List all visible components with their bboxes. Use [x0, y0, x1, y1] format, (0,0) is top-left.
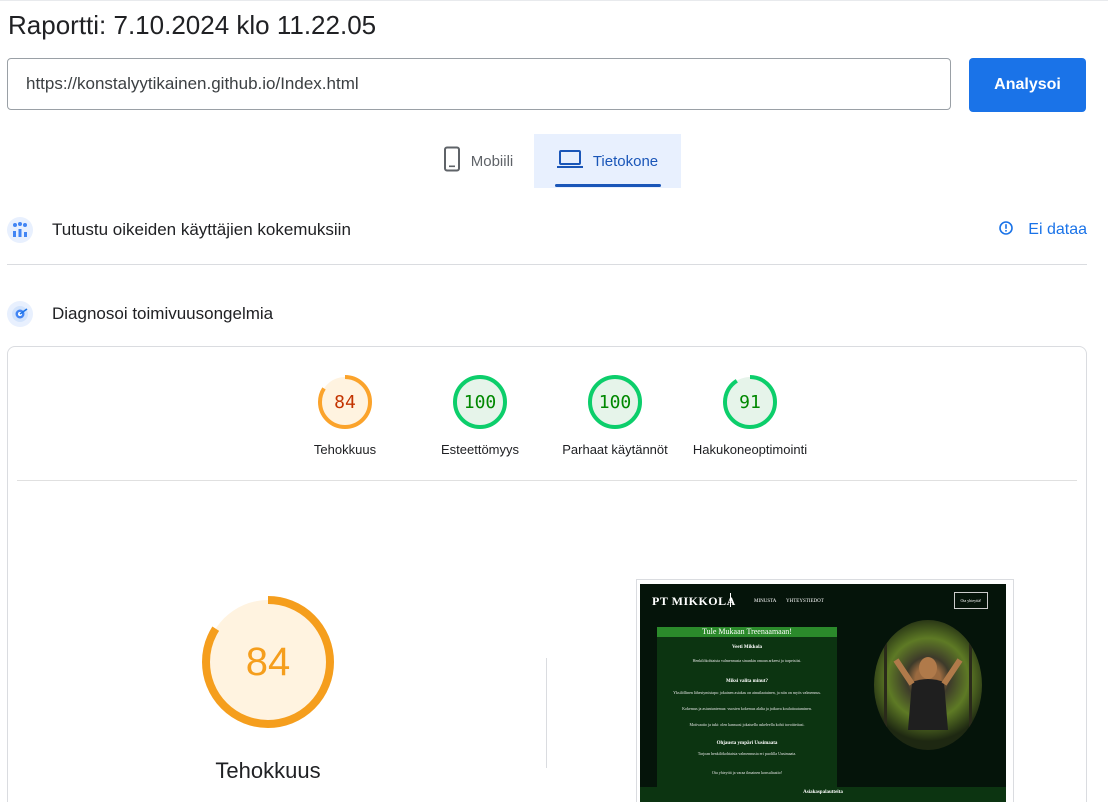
tab-mobile[interactable]: Mobiili — [424, 134, 532, 188]
real-users-title: Tutustu oikeiden käyttäjien kokemuksiin — [52, 220, 351, 239]
analyze-button[interactable]: Analysoi — [969, 58, 1086, 112]
shot-name: Veeti Mikkola — [732, 645, 762, 650]
shot-brand: PT MIKKOLA — [652, 594, 736, 608]
tab-desktop[interactable]: Tietokone — [534, 134, 681, 188]
score-value: 84 — [334, 391, 356, 413]
shot-heading: Tule Mukaan Treenaamaan! — [657, 627, 837, 637]
score-gauge-seo[interactable]: 91 Hakukoneoptimointi — [680, 374, 820, 457]
main-score-label: Tehokkuus — [215, 758, 321, 783]
score-value: 91 — [739, 391, 761, 413]
score-label: Parhaat käytännöt — [562, 442, 668, 457]
shot-intro: Henkilökohtaista valmennusta sinunkin om… — [692, 658, 802, 663]
main-score-gauge: 84 — [198, 592, 338, 732]
score-label: Hakukoneoptimointi — [692, 442, 808, 457]
real-users-section[interactable]: Tutustu oikeiden käyttäjien kokemuksiin … — [7, 212, 1087, 248]
shot-why-text: Yksilöllinen lähestymistapa: jokainen as… — [673, 690, 821, 695]
score-label: Esteettömyys — [440, 442, 520, 457]
shot-footer-label: Asiakaspalautteita — [803, 790, 843, 795]
score-value: 100 — [598, 391, 632, 413]
shot-area-title: Ohjausta ympäri Uusimaata — [716, 741, 778, 746]
url-input[interactable]: https://konstalyytikainen.github.io/Inde… — [7, 58, 951, 110]
top-border — [0, 0, 1108, 4]
laptop-icon — [556, 149, 583, 173]
tab-desktop-label: Tietokone — [592, 152, 659, 170]
score-label: Tehokkuus — [313, 442, 377, 457]
lighthouse-icon — [7, 301, 33, 327]
score-gauge-performance[interactable]: 84 Tehokkuus — [275, 374, 415, 457]
score-value: 100 — [463, 391, 497, 413]
shot-brand-bar — [730, 593, 731, 607]
users-chart-icon — [7, 217, 33, 243]
trainer-photo — [874, 620, 982, 750]
shot-why-title: Miksi valita minut? — [726, 679, 768, 684]
report-title: Raportti: 7.10.2024 klo 11.22.05 — [8, 10, 377, 40]
shot-nav-item: YHTEYSTIEDOT — [786, 599, 824, 604]
tab-mobile-label: Mobiili — [470, 152, 514, 170]
card-divider — [17, 480, 1077, 481]
no-data-label: Ei dataa — [1028, 221, 1087, 238]
shot-area-text: Tarjoan henkilökohtaista valmennusta eri… — [697, 751, 797, 756]
tab-selected-indicator — [555, 184, 661, 187]
phone-icon — [443, 146, 461, 176]
vertical-divider — [546, 658, 547, 768]
section-divider — [7, 264, 1087, 265]
page-screenshot[interactable]: PT MIKKOLA MINUSTA YHTEYSTIEDOT Ota yhte… — [640, 584, 1006, 802]
info-icon — [999, 220, 1014, 240]
url-input-value: https://konstalyytikainen.github.io/Inde… — [26, 74, 359, 93]
score-gauge-best-practices[interactable]: 100 Parhaat käytännöt — [545, 374, 685, 457]
no-data-link[interactable]: Ei dataa — [999, 220, 1087, 240]
score-gauge-accessibility[interactable]: 100 Esteettömyys — [410, 374, 550, 457]
shot-content-panel: Tule Mukaan Treenaamaan! Veeti Mikkola H… — [657, 627, 837, 802]
diagnose-title: Diagnosoi toimivuusongelmia — [52, 304, 274, 323]
shot-why-text: Motivaatio ja tuki: olen kanssasi jokais… — [689, 722, 805, 727]
shot-cta: Ota yhteyttä ja varaa ilmainen konsultaa… — [711, 770, 783, 775]
shot-why-text: Kokemus ja asiantuntemus: vuosien kokemu… — [682, 706, 812, 711]
diagnose-section: Diagnosoi toimivuusongelmia — [7, 296, 1087, 332]
shot-contact-button: Ota yhteyttä! — [954, 592, 988, 609]
main-score-value: 84 — [245, 639, 291, 684]
shot-nav-item: MINUSTA — [754, 599, 777, 604]
pagespeed-report-page: Raportti: 7.10.2024 klo 11.22.05 https:/… — [0, 0, 1108, 802]
